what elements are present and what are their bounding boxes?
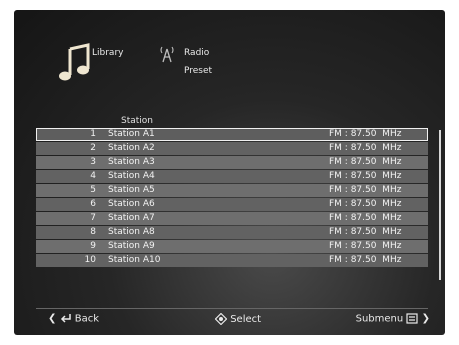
station-name: Station A2 — [108, 143, 155, 153]
station-name: Station A3 — [108, 157, 155, 167]
station-name: Station A9 — [108, 241, 155, 251]
station-row[interactable]: 8 Station A8 FM : 87.50 MHz — [36, 226, 428, 239]
submenu-label: Submenu — [355, 313, 404, 325]
station-name: Station A1 — [108, 129, 155, 139]
station-row[interactable]: 10 Station A10 FM : 87.50 MHz — [36, 254, 428, 267]
station-name: Station A4 — [108, 171, 155, 181]
station-row[interactable]: 9 Station A9 FM : 87.50 MHz — [36, 240, 428, 253]
station-number: 1 — [90, 129, 96, 139]
enter-dpad-icon — [215, 313, 227, 325]
station-frequency: FM : 87.50 MHz — [329, 227, 402, 237]
footer-divider — [36, 308, 428, 309]
back-label: Back — [74, 313, 100, 325]
column-header-station: Station — [121, 116, 153, 126]
station-number: 3 — [90, 157, 96, 167]
preset-subtab[interactable]: Preset — [184, 66, 212, 76]
library-tab[interactable]: Library — [92, 48, 123, 58]
station-row[interactable]: 1 Station A1 FM : 87.50 MHz — [36, 128, 428, 141]
station-frequency: FM : 87.50 MHz — [329, 129, 402, 139]
footer-bar: ❮ Back Select Submenu ❯ — [48, 313, 438, 327]
station-frequency: FM : 87.50 MHz — [329, 199, 402, 209]
station-frequency: FM : 87.50 MHz — [329, 143, 402, 153]
tv-screen: Library Radio Preset Station 1 Station A1… — [14, 10, 445, 335]
station-name: Station A6 — [108, 199, 155, 209]
top-navigation: Library Radio Preset — [56, 39, 356, 99]
station-number: 4 — [90, 171, 96, 181]
station-number: 9 — [90, 241, 96, 251]
station-number: 10 — [84, 255, 96, 265]
station-number: 6 — [90, 199, 96, 209]
station-row[interactable]: 3 Station A3 FM : 87.50 MHz — [36, 156, 428, 169]
station-name: Station A7 — [108, 213, 155, 223]
station-row[interactable]: 6 Station A6 FM : 87.50 MHz — [36, 198, 428, 211]
submenu-button[interactable]: Submenu ❯ — [356, 313, 430, 325]
select-label: Select — [230, 314, 262, 325]
select-button[interactable]: Select — [215, 313, 261, 325]
radio-tower-icon — [160, 46, 174, 63]
station-row[interactable]: 4 Station A4 FM : 87.50 MHz — [36, 170, 428, 183]
station-frequency: FM : 87.50 MHz — [329, 185, 402, 195]
return-icon — [60, 314, 71, 323]
station-number: 2 — [90, 143, 96, 153]
station-frequency: FM : 87.50 MHz — [329, 171, 402, 181]
scrollbar[interactable] — [439, 130, 441, 280]
chevron-left-icon: ❮ — [48, 313, 57, 324]
station-frequency: FM : 87.50 MHz — [329, 157, 402, 167]
chevron-right-icon: ❯ — [421, 313, 430, 324]
station-name: Station A5 — [108, 185, 155, 195]
station-name: Station A8 — [108, 227, 155, 237]
station-list: 1 Station A1 FM : 87.50 MHz 2 Station A2 FM :… — [36, 128, 428, 268]
station-row[interactable]: 5 Station A5 FM : 87.50 MHz — [36, 184, 428, 197]
station-frequency: FM : 87.50 MHz — [329, 255, 402, 265]
station-row[interactable]: 7 Station A7 FM : 87.50 MHz — [36, 212, 428, 225]
station-frequency: FM : 87.50 MHz — [329, 213, 402, 223]
music-note-icon — [59, 43, 90, 81]
back-button[interactable]: ❮ Back — [48, 313, 99, 325]
station-name: Station A10 — [108, 255, 161, 265]
station-number: 5 — [90, 185, 96, 195]
radio-tab[interactable]: Radio — [184, 48, 209, 58]
station-row[interactable]: 2 Station A2 FM : 87.50 MHz — [36, 142, 428, 155]
station-number: 8 — [90, 227, 96, 237]
submenu-icon — [406, 313, 419, 324]
station-frequency: FM : 87.50 MHz — [329, 241, 402, 251]
station-number: 7 — [90, 213, 96, 223]
